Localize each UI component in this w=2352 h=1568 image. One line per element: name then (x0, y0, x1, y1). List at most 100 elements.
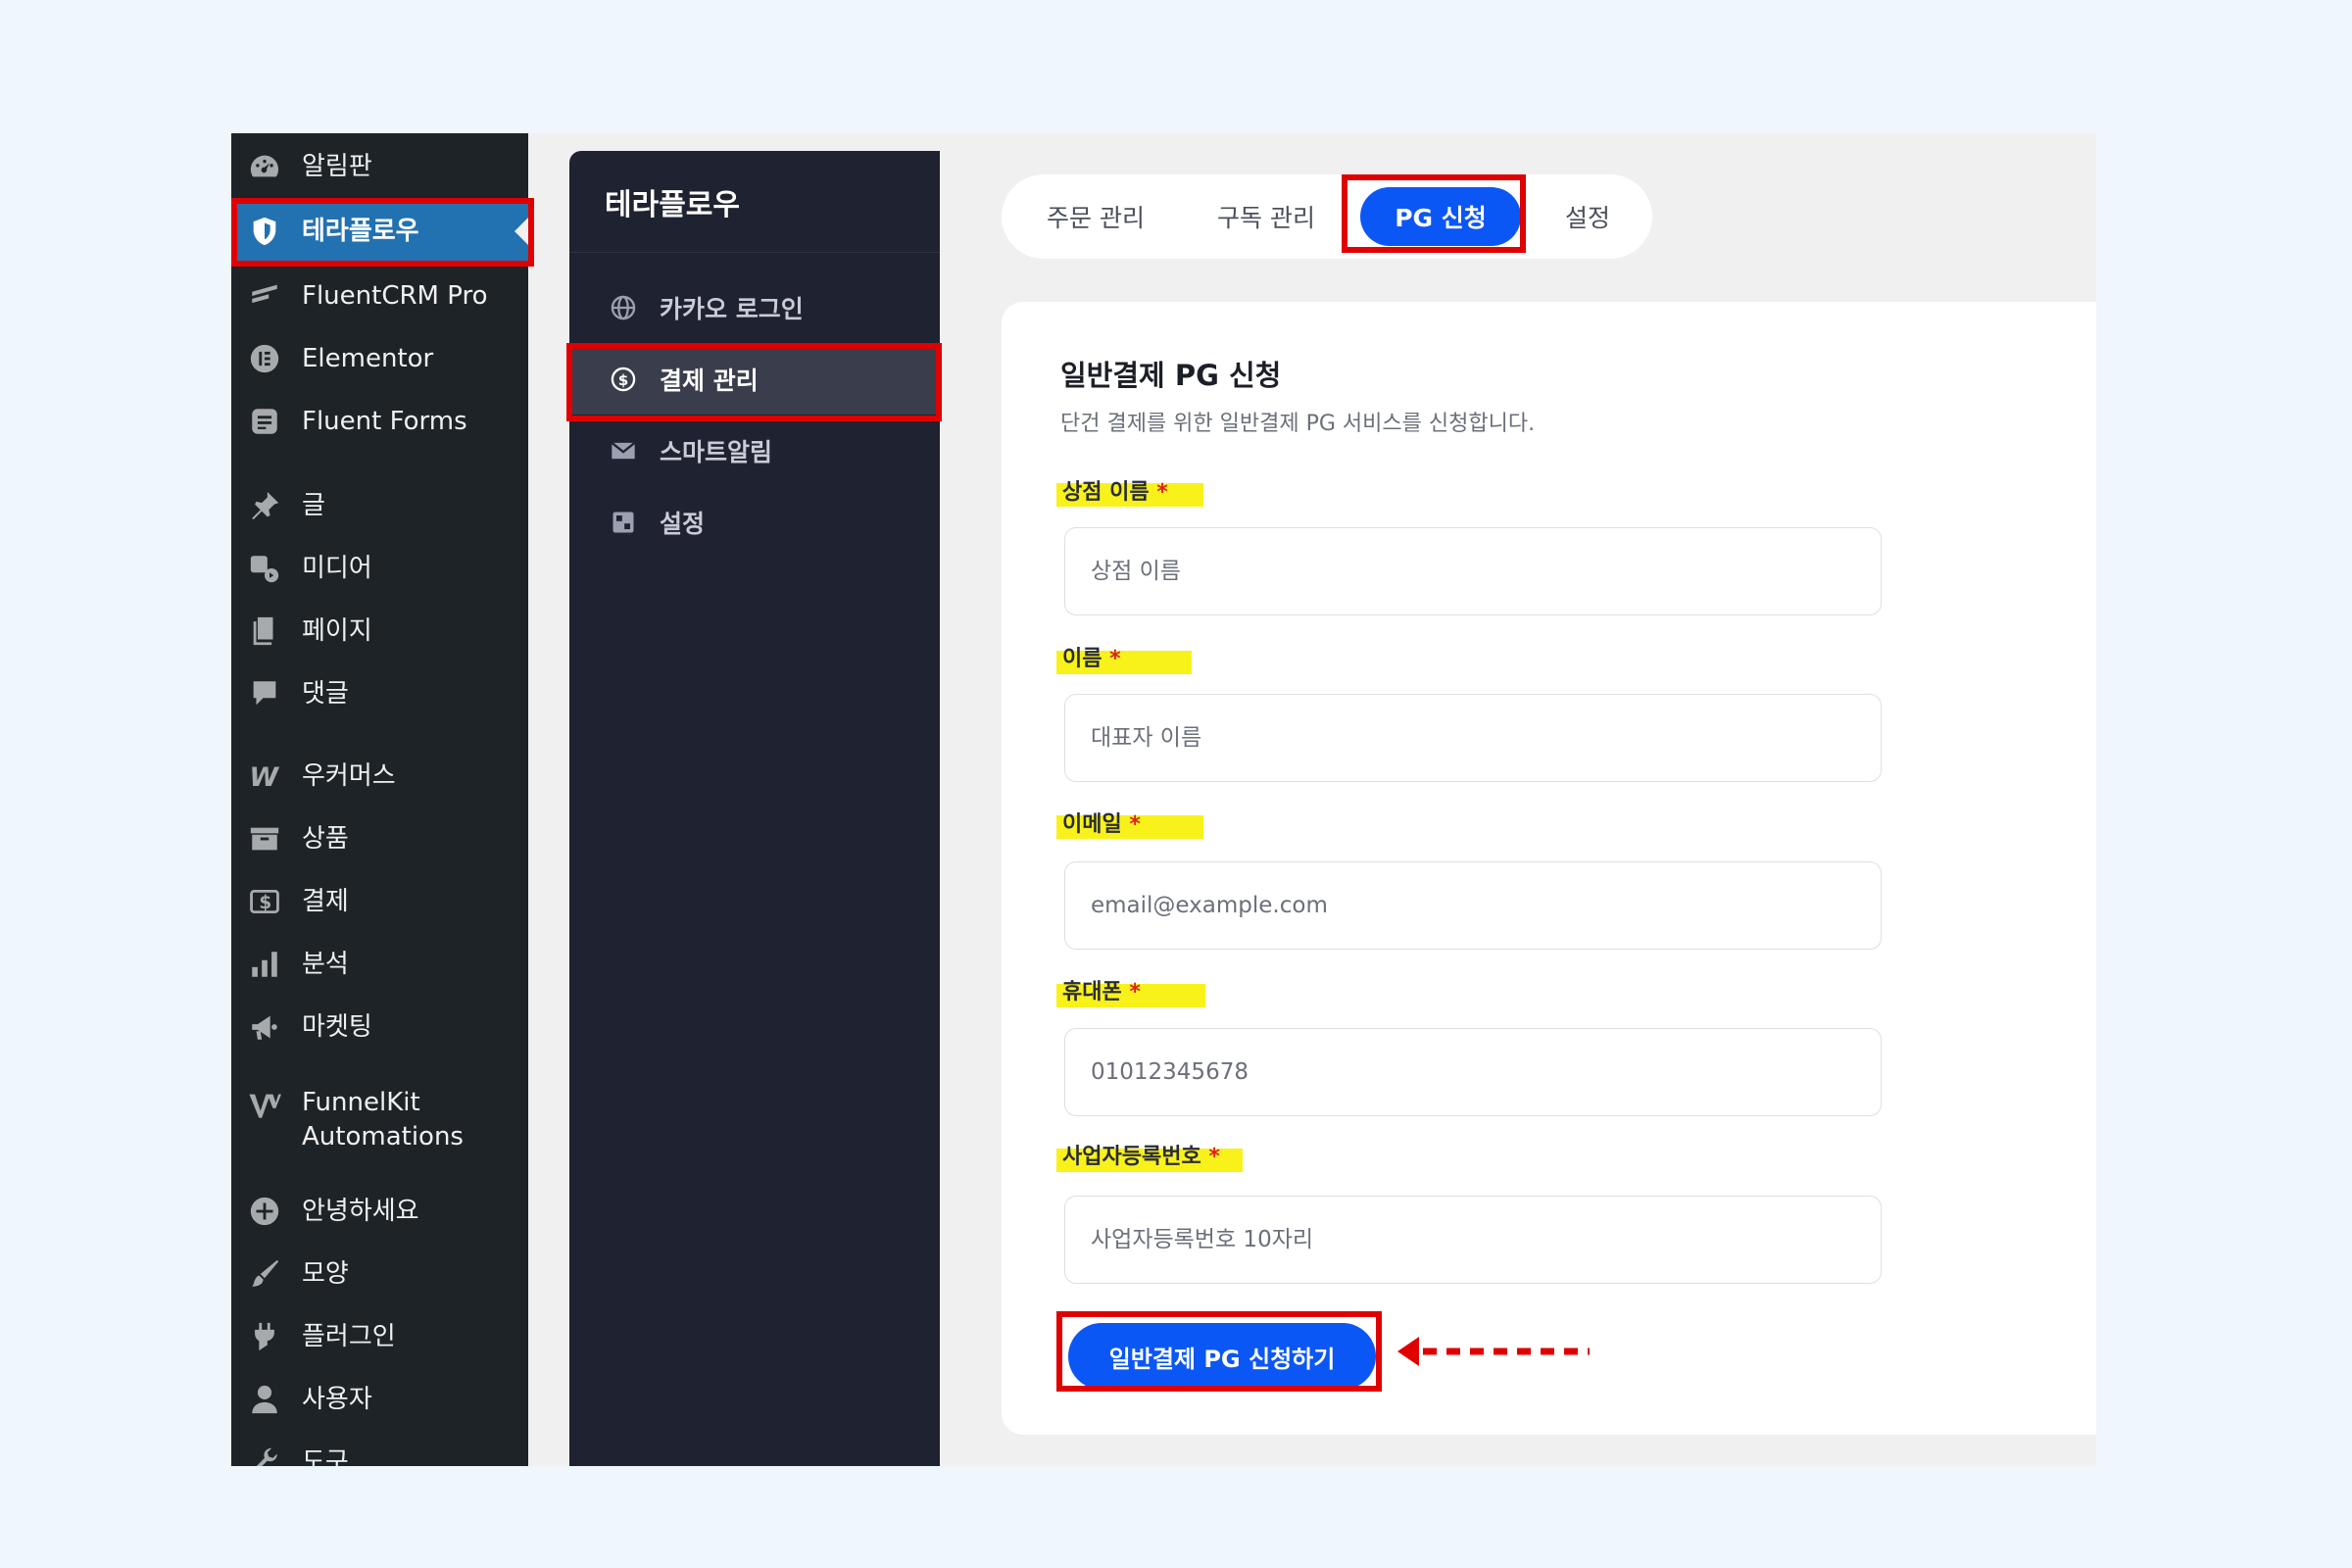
form-title: 일반결제 PG 신청 (1060, 359, 1282, 392)
svg-text:$: $ (618, 371, 629, 389)
wrench-icon (245, 1443, 284, 1466)
plugin-nav-smart-alerts[interactable]: 스마트알림 (569, 416, 940, 486)
annotation-arrow-icon (1397, 1337, 1590, 1366)
wp-menu-fluent-forms[interactable]: Fluent Forms (231, 392, 528, 451)
business-number-input[interactable] (1064, 1196, 1882, 1284)
wp-menu-label: 알림판 (302, 151, 372, 181)
wp-menu-hello[interactable]: 안녕하세요 (231, 1182, 528, 1241)
dollar-icon: $ (245, 882, 284, 921)
page-icon (245, 612, 284, 651)
wp-menu-label: 사용자 (302, 1384, 372, 1414)
plugin-nav-label: 설정 (660, 510, 706, 538)
tab-bar: 주문 관리 구독 관리 PG 신청 설정 (1002, 174, 1652, 259)
bar-chart-icon (245, 945, 284, 984)
plugin-nav-label: 결제 관리 (660, 367, 759, 395)
plugin-brand-title: 테라플로우 (569, 151, 940, 253)
wp-menu-users[interactable]: 사용자 (231, 1370, 528, 1429)
comment-icon (245, 674, 284, 713)
store-name-label: 상점 이름 * (1062, 480, 1168, 505)
business-number-label: 사업자등록번호 * (1062, 1145, 1220, 1169)
tab-settings[interactable]: 설정 (1539, 187, 1637, 246)
user-icon (245, 1380, 284, 1419)
svg-text:W: W (249, 762, 279, 793)
plugin-nav-label: 카카오 로그인 (660, 295, 804, 323)
tab-orders[interactable]: 주문 관리 (1025, 187, 1166, 246)
media-icon (245, 549, 284, 588)
name-label: 이름 * (1062, 647, 1121, 671)
wp-menu-teraflow[interactable]: 테라플로우 (231, 202, 528, 261)
phone-label: 휴대폰 * (1062, 980, 1141, 1004)
wp-menu-label: 테라플로우 (302, 216, 419, 246)
wp-menu-label: 도구 (302, 1446, 349, 1467)
settings-icon (609, 508, 638, 537)
plugin-nav-kakao-login[interactable]: 카카오 로그인 (569, 272, 940, 343)
wp-menu-label: 상품 (302, 823, 349, 854)
wp-menu-label: 플러그인 (302, 1321, 396, 1351)
form-description: 단건 결제를 위한 일반결제 PG 서비스를 신청합니다. (1060, 412, 1536, 436)
wp-menu-label: 모양 (302, 1258, 349, 1289)
paintbrush-icon (245, 1254, 284, 1294)
email-label: 이메일 * (1062, 812, 1141, 837)
tab-pg-application[interactable]: PG 신청 (1360, 187, 1521, 246)
tab-subscriptions[interactable]: 구독 관리 (1196, 187, 1337, 246)
fluent-forms-icon (245, 402, 284, 441)
pin-icon (245, 486, 284, 525)
wp-menu-marketing[interactable]: 마켓팅 (231, 998, 528, 1056)
wp-menu-funnelkit[interactable]: FunnelKit Automations (231, 1080, 528, 1158)
svg-text:$: $ (259, 893, 271, 913)
archive-box-icon (245, 819, 284, 858)
active-indicator-arrow (514, 218, 528, 245)
store-name-input[interactable] (1064, 527, 1882, 615)
plus-circle-icon (245, 1192, 284, 1231)
wp-menu-woocommerce[interactable]: W 우커머스 (231, 747, 528, 806)
wp-menu-label: 글 (302, 490, 325, 520)
wp-menu-elementor[interactable]: Elementor (231, 329, 528, 388)
wp-menu-comments[interactable]: 댓글 (231, 664, 528, 723)
elementor-icon (245, 339, 284, 378)
wp-menu-label: FunnelKit Automations (302, 1088, 464, 1152)
pg-application-form: 일반결제 PG 신청 단건 결제를 위한 일반결제 PG 서비스를 신청합니다.… (1002, 302, 2096, 1435)
wp-menu-media[interactable]: 미디어 (231, 539, 528, 598)
phone-input[interactable] (1064, 1028, 1882, 1116)
wp-menu-label: 분석 (302, 949, 349, 979)
wp-menu-analytics[interactable]: 분석 (231, 935, 528, 994)
wp-admin-sidebar: 알림판 테라플로우 FluentCRM Pro Elementor Fluent… (231, 133, 528, 1466)
wp-menu-label: 미디어 (302, 553, 372, 583)
email-input[interactable] (1064, 861, 1882, 950)
wp-menu-posts[interactable]: 글 (231, 476, 528, 535)
plugin-nav-payment-management[interactable]: $ 결제 관리 (569, 344, 940, 415)
wp-menu-label: 페이지 (302, 615, 372, 646)
shield-icon (245, 212, 284, 251)
wp-menu-label: 우커머스 (302, 760, 396, 791)
admin-screen: 알림판 테라플로우 FluentCRM Pro Elementor Fluent… (231, 133, 2096, 1466)
plugin-nav-settings[interactable]: 설정 (569, 487, 940, 558)
wp-menu-label: FluentCRM Pro (302, 280, 488, 311)
wp-menu-label: 마켓팅 (302, 1011, 372, 1042)
wp-menu-plugins[interactable]: 플러그인 (231, 1307, 528, 1366)
submit-pg-application-button[interactable]: 일반결제 PG 신청하기 (1068, 1323, 1376, 1390)
wp-menu-appearance[interactable]: 모양 (231, 1245, 528, 1303)
wp-menu-dashboard[interactable]: 알림판 (231, 137, 528, 196)
wp-menu-products[interactable]: 상품 (231, 809, 528, 868)
wp-menu-label: Elementor (302, 343, 434, 373)
wp-menu-pages[interactable]: 페이지 (231, 602, 528, 661)
wp-menu-fluentcrm[interactable]: FluentCRM Pro (231, 267, 528, 325)
funnelkit-icon (245, 1086, 284, 1125)
fluentcrm-icon (245, 276, 284, 316)
dashboard-gauge-icon (245, 147, 284, 186)
plugin-sub-nav: 테라플로우 카카오 로그인 $ 결제 관리 스마트알림 설정 (569, 151, 940, 1466)
wp-menu-label: Fluent Forms (302, 406, 467, 436)
wp-menu-label: 결제 (302, 886, 349, 916)
wp-menu-label: 댓글 (302, 678, 349, 709)
plugin-nav-label: 스마트알림 (660, 438, 773, 466)
woocommerce-icon: W (245, 757, 284, 796)
globe-icon (609, 293, 638, 322)
representative-name-input[interactable] (1064, 694, 1882, 782)
mail-icon (609, 436, 638, 466)
plugin-icon (245, 1317, 284, 1356)
dollar-circle-icon: $ (609, 365, 638, 394)
wp-menu-payments[interactable]: $ 결제 (231, 872, 528, 931)
wp-menu-tools[interactable]: 도구 (231, 1433, 528, 1466)
megaphone-icon (245, 1007, 284, 1047)
wp-menu-label: 안녕하세요 (302, 1196, 419, 1226)
